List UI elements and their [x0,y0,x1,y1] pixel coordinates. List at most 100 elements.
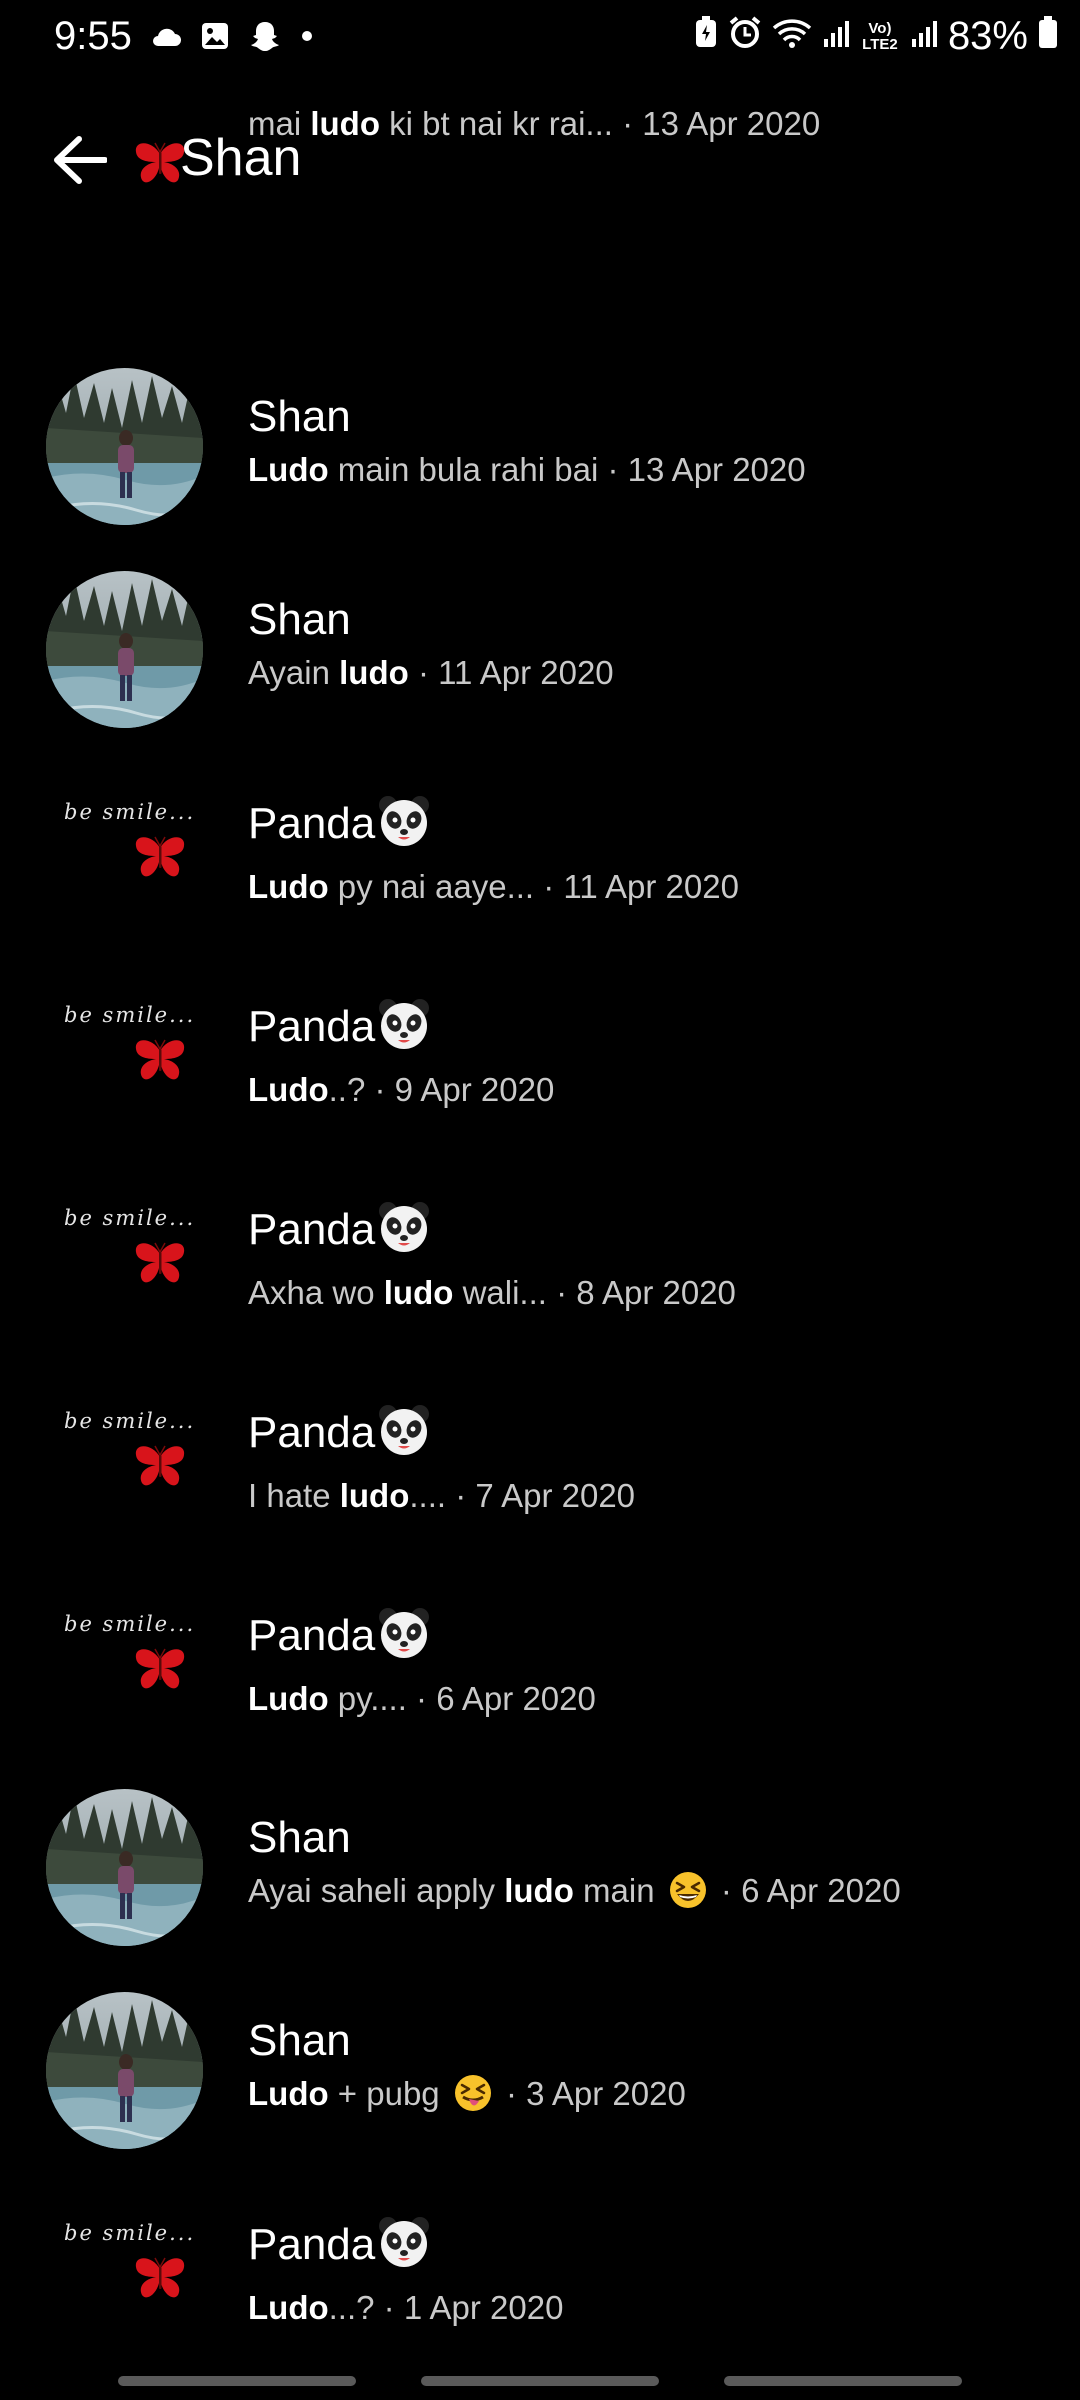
avatar: be smile... [46,1383,203,1540]
search-result-item[interactable]: be smile... Panda Axha wo ludo wali... ·… [0,1180,1080,1383]
battery-percent: 83% [947,14,1028,58]
avatar [46,571,203,728]
signal-icon [910,14,938,59]
message-date: · 1 Apr 2020 [374,2289,564,2326]
contact-name-text: Panda [248,1002,376,1051]
nav-handle[interactable] [724,2376,962,2386]
contact-name: Panda [248,2215,1048,2284]
preview-text: mai [248,105,311,142]
search-match: Ludo [248,1680,329,1717]
search-result-item[interactable]: be smile... Panda I hate ludo.... · 7 Ap… [0,1383,1080,1586]
result-text: Shan Ludo main bula rahi bai · 13 Apr 202… [248,388,1048,492]
contact-name-text: Shan [248,2016,351,2065]
avatar [46,368,203,525]
avatar: be smile... [46,1180,203,1337]
avatar-caption: be smile... [64,1409,196,1433]
result-text: Panda Axha wo ludo wali... · 8 Apr 2020 [248,1200,1048,1315]
message-date: · 11 Apr 2020 [534,868,739,905]
result-text: Panda Ludo py nai aaye... · 11 Apr 2020 [248,794,1048,909]
contact-name: Panda [248,1606,1048,1675]
message-preview: Ludo + pubg · 3 Apr 2020 [248,2072,1048,2124]
contact-name-text: Shan [248,1813,351,1862]
preview-text: Ayai saheli apply [248,1872,505,1909]
status-right: Vo) LTE2 83% [694,14,1058,59]
preview-text: main bula rahi bai [328,451,599,488]
panda-emoji-icon [377,794,431,863]
message-preview: mai ludo ki bt nai kr rai... · 13 Apr 20… [248,102,1048,146]
message-preview: Ludo..? · 9 Apr 2020 [248,1068,1048,1112]
screen: 9:55 Vo) LTE2 83% Shan mai ludo ki bt na… [0,0,1080,2400]
message-preview: Ayai saheli apply ludo main · 6 Apr 2020 [248,1869,1048,1921]
preview-text: I hate [248,1477,340,1514]
avatar: be smile... [46,1586,203,1743]
avatar: be smile... [46,80,203,237]
search-result-item[interactable]: be smile... mai ludo ki bt nai kr rai...… [0,80,1080,283]
search-match: ludo [339,1477,410,1514]
battery-icon [1038,14,1058,59]
preview-text: Axha wo [248,1274,384,1311]
preview-text: py nai aaye... [328,868,535,905]
search-match: ludo [339,654,409,691]
snapchat-icon [248,20,282,57]
contact-name-text: Panda [248,1408,376,1457]
grinning-squint-emoji-icon [668,1870,708,1921]
battery-saver-icon [694,14,718,59]
result-text: Shan Ayain ludo · 11 Apr 2020 [248,591,1048,695]
preview-text: Ayain [248,654,340,691]
search-match: Ludo [248,868,329,905]
butterfly-icon [132,140,188,191]
message-date: · 6 Apr 2020 [711,1872,901,1909]
result-text: Shan Ludo + pubg · 3 Apr 2020 [248,2012,1048,2124]
cloud-icon [150,24,182,53]
status-time: 9:55 [54,14,132,58]
search-result-item[interactable]: be smile... Panda Ludo py.... · 6 Apr 20… [0,1586,1080,1789]
result-text: Panda Ludo..? · 9 Apr 2020 [248,997,1048,1112]
message-preview: Ayain ludo · 11 Apr 2020 [248,651,1048,695]
avatar-caption: be smile... [64,1612,196,1636]
result-text: Panda I hate ludo.... · 7 Apr 2020 [248,1403,1048,1518]
nav-handle[interactable] [421,2376,659,2386]
avatar-caption: be smile... [64,1003,196,1027]
preview-text: wali... [453,1274,547,1311]
preview-text: .... [409,1477,447,1514]
result-text: Shan Ayai saheli apply ludo main · 6 Apr … [248,1809,1048,1921]
contact-name-text: Shan [248,595,351,644]
message-date: · 8 Apr 2020 [546,1274,736,1311]
search-result-item[interactable]: Shan Ayain ludo · 11 Apr 2020 [0,571,1080,774]
nav-handle[interactable] [118,2376,356,2386]
preview-text: py.... [328,1680,407,1717]
preview-text: ..? [328,1071,366,1108]
search-result-item[interactable]: be smile... Panda Ludo..? · 9 Apr 2020 [0,977,1080,1180]
message-date: · 13 Apr 2020 [598,451,806,488]
search-result-item[interactable]: be smile... Panda Ludo...? · 1 Apr 2020 [0,2195,1080,2398]
butterfly-icon [132,1037,188,1088]
butterfly-icon [132,1240,188,1291]
contact-name: Shan [248,388,1048,446]
message-preview: Ludo py nai aaye... · 11 Apr 2020 [248,865,1048,909]
message-date: · 13 Apr 2020 [612,105,821,142]
message-date: · 6 Apr 2020 [406,1680,596,1717]
search-match: ludo [504,1872,574,1909]
search-match: ludo [310,105,380,142]
message-preview: Ludo main bula rahi bai · 13 Apr 2020 [248,448,1048,492]
search-match: Ludo [248,1071,329,1108]
search-result-item[interactable]: Shan Ayai saheli apply ludo main · 6 Apr … [0,1789,1080,1992]
status-left-icons [150,20,314,57]
butterfly-icon [132,1646,188,1697]
message-date: · 7 Apr 2020 [446,1477,636,1514]
butterfly-icon [132,2255,188,2306]
avatar: be smile... [46,977,203,1134]
contact-name-text: Panda [248,2220,376,2269]
avatar [46,1992,203,2149]
search-result-item[interactable]: Shan Ludo + pubg · 3 Apr 2020 [0,1992,1080,2195]
contact-name-text: Panda [248,1611,376,1660]
preview-text: ...? [328,2289,375,2326]
search-result-item[interactable]: be smile... Panda Ludo py nai aaye... · … [0,774,1080,977]
contact-name-text: Shan [248,392,351,441]
message-preview: Ludo py.... · 6 Apr 2020 [248,1677,1048,1721]
search-result-item[interactable]: Shan Ludo main bula rahi bai · 13 Apr 202… [0,368,1080,571]
lte-label: Vo) LTE2 [862,19,898,53]
avatar-caption: be smile... [64,800,196,824]
preview-text: + pubg [328,2075,449,2112]
result-text: Panda Ludo py.... · 6 Apr 2020 [248,1606,1048,1721]
